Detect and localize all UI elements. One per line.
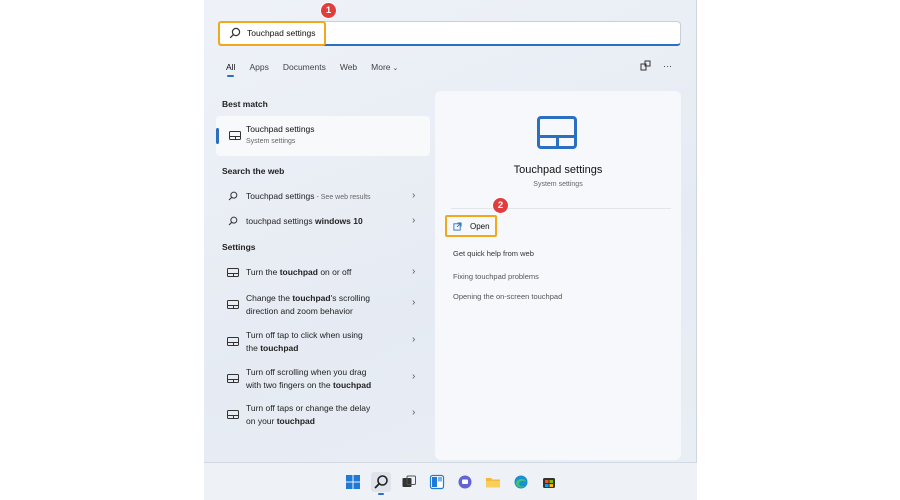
settings-item-bold: touchpad bbox=[279, 267, 318, 277]
web-result-suffix: - See web results bbox=[314, 194, 371, 201]
chevron-right-icon: › bbox=[412, 297, 416, 308]
settings-item-text: Turn the bbox=[246, 267, 280, 277]
settings-item-bold: touchpad bbox=[260, 342, 299, 353]
web-heading: Search the web bbox=[222, 166, 285, 176]
tab-more-label: More bbox=[371, 62, 391, 72]
tab-documents[interactable]: Documents bbox=[283, 62, 326, 72]
web-result-text: touchpad settings bbox=[246, 216, 315, 226]
touchpad-icon bbox=[227, 300, 239, 309]
chevron-right-icon: › bbox=[412, 407, 416, 418]
settings-item-bold: touchpad bbox=[292, 293, 331, 303]
tab-all[interactable]: All bbox=[226, 62, 235, 77]
chevron-right-icon: › bbox=[412, 215, 416, 226]
settings-heading: Settings bbox=[222, 242, 256, 252]
divider bbox=[451, 208, 671, 209]
search-icon bbox=[228, 191, 238, 201]
tab-more[interactable]: More ⌄ bbox=[371, 62, 398, 72]
touchpad-large-icon bbox=[537, 116, 577, 149]
help-link[interactable]: Opening the on-screen touchpad bbox=[453, 292, 562, 301]
windows-start-icon[interactable] bbox=[343, 472, 363, 492]
best-match-subtitle: System settings bbox=[246, 138, 296, 145]
settings-item-text: with two fingers on the bbox=[246, 379, 333, 390]
best-match-title: Touchpad settings bbox=[246, 124, 315, 134]
touchpad-icon bbox=[227, 410, 239, 419]
settings-item-text: Change the bbox=[246, 293, 293, 303]
widgets-icon[interactable] bbox=[427, 472, 447, 492]
filter-tabs: All Apps Documents Web More ⌄ bbox=[226, 62, 412, 77]
screen: Touchpad settings 1 All Apps Documents W… bbox=[204, 0, 697, 500]
tab-web[interactable]: Web bbox=[340, 62, 357, 72]
help-link[interactable]: Fixing touchpad problems bbox=[453, 272, 539, 281]
chevron-right-icon: › bbox=[412, 190, 416, 201]
detail-title: Touchpad settings bbox=[513, 164, 603, 176]
touchpad-icon bbox=[229, 131, 241, 140]
quick-help-heading: Get quick help from web bbox=[453, 249, 534, 258]
tab-tools: ··· bbox=[640, 60, 672, 71]
best-match-heading: Best match bbox=[222, 99, 268, 109]
settings-item-text: the bbox=[246, 342, 261, 353]
touchpad-icon bbox=[227, 268, 239, 277]
search-icon[interactable] bbox=[370, 471, 391, 495]
search-panel: Touchpad settings 1 All Apps Documents W… bbox=[204, 0, 697, 462]
chevron-down-icon: ⌄ bbox=[392, 65, 399, 72]
settings-item-text: 's scrolling bbox=[330, 293, 370, 303]
chevron-right-icon: › bbox=[412, 371, 416, 382]
detail-pane: Touchpad settings System settings 2 Open… bbox=[435, 91, 681, 460]
task-view-icon[interactable] bbox=[399, 472, 419, 492]
chat-icon[interactable] bbox=[455, 472, 475, 492]
settings-item-bold: touchpad bbox=[332, 379, 372, 390]
best-match-item[interactable] bbox=[216, 116, 430, 156]
settings-item-text: direction and zoom behavior bbox=[246, 305, 353, 316]
search-highlight-frame bbox=[218, 21, 326, 46]
share-icon[interactable] bbox=[640, 60, 651, 71]
settings-item-text: on or off bbox=[317, 267, 352, 277]
settings-item-text: on your bbox=[246, 415, 277, 426]
open-button-label: Open bbox=[470, 221, 490, 231]
file-explorer-icon[interactable] bbox=[483, 472, 503, 492]
open-external-icon bbox=[453, 221, 462, 231]
touchpad-icon bbox=[227, 374, 239, 383]
step-badge-2: 2 bbox=[492, 197, 509, 214]
chevron-right-icon: › bbox=[412, 266, 416, 277]
web-result-text: Touchpad settings bbox=[246, 191, 315, 201]
edge-browser-icon[interactable] bbox=[511, 472, 531, 492]
store-icon[interactable] bbox=[539, 472, 559, 492]
taskbar bbox=[204, 462, 697, 500]
web-result-bold: windows 10 bbox=[315, 216, 363, 226]
step-badge-1: 1 bbox=[320, 2, 337, 19]
touchpad-icon bbox=[227, 337, 239, 346]
settings-item-bold: touchpad bbox=[276, 415, 315, 426]
tab-apps[interactable]: Apps bbox=[249, 62, 268, 72]
open-button[interactable]: Open bbox=[445, 215, 497, 237]
selection-accent bbox=[216, 128, 219, 144]
search-icon bbox=[228, 216, 238, 226]
settings-item-text: Turn off taps or change the delay bbox=[246, 403, 371, 413]
settings-item-text: Turn off tap to click when using bbox=[246, 330, 363, 340]
more-options-icon[interactable]: ··· bbox=[663, 61, 672, 71]
chevron-right-icon: › bbox=[412, 334, 416, 345]
settings-item-text: Turn off scrolling when you drag bbox=[246, 367, 367, 377]
detail-subtitle: System settings bbox=[533, 181, 583, 188]
